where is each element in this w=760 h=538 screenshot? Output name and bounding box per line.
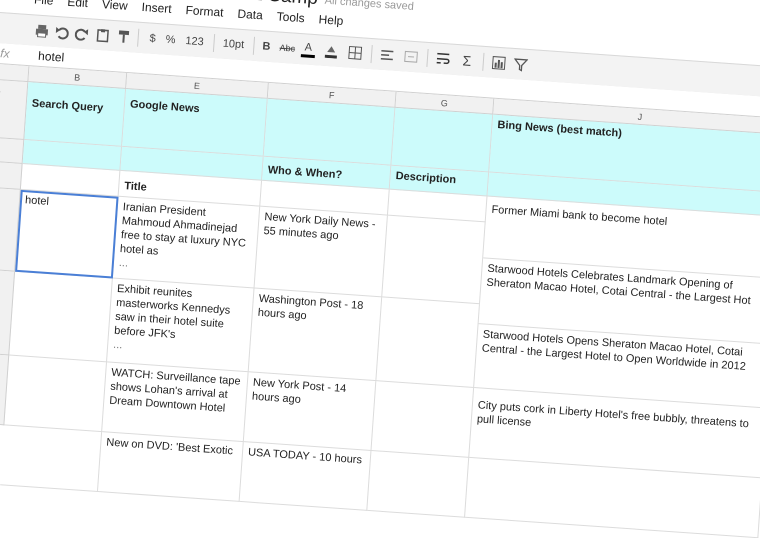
formula-input[interactable]: hotel [38,49,65,65]
currency-button[interactable]: $ [145,29,160,48]
row-header-2[interactable]: 2 [0,161,23,190]
cell-f1[interactable] [264,99,396,166]
google-item-2-title[interactable]: Exhibit reunites masterworks Kennedys sa… [107,279,255,373]
spreadsheet-window: Content Idea Generator V2 Samp All chang… [0,0,760,460]
font-size-dropdown[interactable]: 10pt [219,34,248,54]
google-item-3-title[interactable]: WATCH: Surveillance tape shows Lohan's a… [102,362,249,442]
redo-icon[interactable] [73,24,90,43]
ellipsis: ... [118,256,250,279]
paint-format-icon[interactable] [115,27,132,46]
number-format-dropdown[interactable]: 123 [181,32,208,52]
cell-g4[interactable] [376,297,480,388]
menu-file[interactable]: File [33,0,54,12]
menu-insert[interactable]: Insert [141,0,172,20]
google-item-4-who[interactable]: USA TODAY - 10 hours [240,442,372,511]
cell-g6[interactable] [367,451,469,518]
clipboard-icon[interactable] [93,26,112,45]
google-item-title-text: Exhibit reunites masterworks Kennedys sa… [114,283,231,341]
google-news-header[interactable]: Google News [122,89,268,157]
undo-icon[interactable] [53,23,70,42]
toolbar-divider [137,29,139,47]
wrap-text-icon[interactable] [434,50,451,69]
percent-button[interactable]: % [163,31,178,50]
fill-color-icon[interactable] [323,42,340,61]
menu-tools[interactable]: Tools [276,9,305,29]
toolbar-divider [213,34,215,52]
row-header-blank[interactable] [0,137,24,164]
fx-label: fx [0,46,10,61]
align-left-icon[interactable] [378,46,395,65]
cell-g1[interactable] [391,108,493,173]
menu-data[interactable]: Data [237,7,264,27]
cell-g3[interactable] [382,216,485,305]
google-item-4-title[interactable]: New on DVD: 'Best Exotic [98,432,244,502]
functions-button[interactable]: Σ [458,51,475,70]
merge-cells-icon[interactable] [402,47,419,66]
search-query-header[interactable]: Search Query [24,82,126,147]
strikethrough-button[interactable]: Abc [277,38,298,57]
toolbar-divider [426,49,428,67]
menu-edit[interactable]: Edit [67,0,89,14]
menu-format[interactable]: Format [185,3,224,24]
save-status: All changes saved [324,0,414,13]
toolbar-divider [253,37,255,55]
google-item-2-who[interactable]: Washington Post - 18 hours ago [249,288,383,381]
query-cell[interactable]: hotel [15,190,118,279]
toolbar-divider [371,45,373,63]
cell-g5[interactable] [371,381,474,458]
toolbar-divider [482,53,484,71]
filter-icon[interactable] [512,55,529,74]
borders-icon[interactable] [347,43,364,62]
google-item-1-who[interactable]: New York Daily News - 55 minutes ago [254,207,387,298]
google-item-3-who[interactable]: New York Post - 14 hours ago [244,372,377,451]
google-item-1-title[interactable]: Iranian President Mahmoud Ahmadinejad fr… [113,197,260,289]
corner-cell[interactable] [0,63,29,82]
text-color-button[interactable]: A [301,40,316,58]
cell-b6[interactable] [0,425,102,492]
cell-b5[interactable] [4,356,107,433]
cell-b4[interactable] [9,272,113,363]
menu-help[interactable]: Help [318,12,344,32]
chart-icon[interactable] [490,53,507,72]
google-item-title-text: Iranian President Mahmoud Ahmadinejad fr… [120,201,247,258]
menu-view[interactable]: View [101,0,128,17]
print-icon[interactable] [33,21,50,40]
ellipsis: ... [113,338,245,361]
bold-button[interactable]: B [259,37,274,56]
